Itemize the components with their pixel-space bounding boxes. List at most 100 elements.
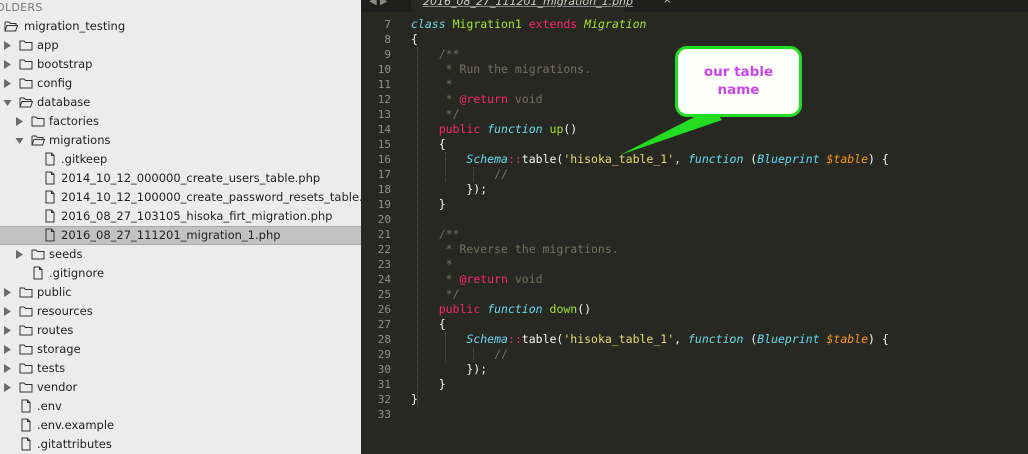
close-icon[interactable]: × [663, 0, 671, 6]
code-token: /** [411, 47, 460, 61]
folder-item-resources[interactable]: resources [0, 302, 361, 321]
code-token: function [687, 152, 744, 166]
file-icon [43, 209, 57, 223]
code-token: () [577, 302, 592, 316]
code-line: Schema::table('hisoka_table_1', function… [411, 332, 889, 347]
code-token: @return [459, 92, 508, 106]
file-item-2016-08-27-111201-migration-1-php[interactable]: 2016_08_27_111201_migration_1.php [0, 226, 361, 245]
tab-active[interactable]: 2016_08_27_111201_migration_1.php × [411, 0, 671, 12]
code-token: public [438, 122, 481, 136]
file-item-2016-08-27-103105-hisoka-firt-migration-php[interactable]: 2016_08_27_103105_hisoka_firt_migration.… [0, 207, 361, 226]
tab-label: 2016_08_27_111201_migration_1.php [423, 0, 633, 8]
line-number: 8 [384, 33, 391, 46]
tree-item-label: factories [49, 114, 99, 128]
folder-open-icon [4, 19, 19, 33]
code-token: ) { [868, 152, 889, 166]
file-item-2014-10-12-100000-create-password-resets-table-php[interactable]: 2014_10_12_100000_create_password_resets… [0, 188, 361, 207]
line-number: 23 [377, 258, 391, 271]
code-token: Migration [584, 17, 647, 31]
line-number: 16 [377, 153, 391, 166]
tree-item-label: database [37, 95, 91, 109]
chevron-right-icon[interactable] [3, 321, 13, 340]
file-item-gitattributes[interactable]: .gitattributes [0, 435, 361, 454]
code-token: Schema [466, 152, 508, 166]
folder-item-config[interactable]: config [0, 74, 361, 93]
chevron-right-icon[interactable] [3, 283, 13, 302]
chevron-right-icon[interactable] [15, 112, 25, 131]
line-number: 19 [377, 198, 391, 211]
folder-item-factories[interactable]: factories [0, 112, 361, 131]
folder-icon [31, 247, 45, 261]
code-line: public function up() [411, 122, 578, 137]
line-number: 13 [377, 108, 391, 121]
chevron-down-icon[interactable] [3, 93, 13, 112]
file-item-env[interactable]: .env [0, 397, 361, 416]
chevron-right-icon[interactable] [3, 74, 13, 93]
code-token: void [507, 92, 543, 106]
code-token: * Reverse the migrations. [411, 242, 619, 256]
code-token: 'hisoka_table_1' [563, 152, 675, 166]
folder-item-public[interactable]: public [0, 283, 361, 302]
folder-item-vendor[interactable]: vendor [0, 378, 361, 397]
tree-item-label: 2016_08_27_111201_migration_1.php [61, 228, 281, 242]
code-token: */ [411, 287, 460, 301]
code-token: void [507, 272, 543, 286]
chevron-right-icon[interactable] [3, 378, 13, 397]
folder-icon [19, 304, 33, 318]
chevron-right-icon[interactable] [3, 36, 13, 55]
chevron-right-icon[interactable] [3, 302, 13, 321]
folder-item-migrations[interactable]: migrations [0, 131, 361, 150]
code-token: ) { [868, 332, 889, 346]
folder-icon [19, 380, 33, 394]
folder-item-bootstrap[interactable]: bootstrap [0, 55, 361, 74]
line-number: 28 [377, 333, 391, 346]
file-item-2014-10-12-000000-create-users-table-php[interactable]: 2014_10_12_000000_create_users_table.php [0, 169, 361, 188]
chevron-right-icon[interactable] [3, 55, 13, 74]
code-token: }); [411, 362, 488, 376]
chevron-right-icon[interactable] [15, 245, 25, 264]
file-item-gitkeep[interactable]: .gitkeep [0, 150, 361, 169]
folder-icon [19, 285, 33, 299]
folder-item-tests[interactable]: tests [0, 359, 361, 378]
file-icon [19, 418, 33, 432]
chevron-down-icon[interactable] [15, 131, 25, 150]
folder-item-seeds[interactable]: seeds [0, 245, 361, 264]
indent-guide [473, 347, 474, 362]
chevron-right-icon[interactable] [3, 340, 13, 359]
chevron-right-icon[interactable] [3, 359, 13, 378]
file-item-env-example[interactable]: .env.example [0, 416, 361, 435]
file-icon [43, 190, 57, 204]
line-number: 10 [377, 63, 391, 76]
line-number: 33 [377, 408, 391, 421]
code-token: , [674, 332, 688, 346]
folder-item-routes[interactable]: routes [0, 321, 361, 340]
tree-item-label: .env.example [37, 418, 115, 432]
line-number: 29 [377, 348, 391, 361]
folder-item-database[interactable]: database [0, 93, 361, 112]
folder-item-storage[interactable]: storage [0, 340, 361, 359]
tree-item-label: resources [37, 304, 93, 318]
code-token: function [487, 302, 543, 316]
file-item-gitignore[interactable]: .gitignore [0, 264, 361, 283]
folder-item-migration-testing[interactable]: migration_testing [0, 17, 361, 36]
line-number: 26 [377, 303, 391, 316]
sidebar-header: OLDERS [0, 1, 43, 14]
code-line: { [411, 32, 418, 47]
code-token: $table [826, 332, 869, 346]
folder-item-app[interactable]: app [0, 36, 361, 55]
code-token: , [674, 152, 688, 166]
code-token: up [549, 122, 564, 136]
folder-icon [19, 57, 33, 71]
tree-item-label: 2014_10_12_100000_create_password_resets… [61, 190, 361, 204]
folder-icon [19, 342, 33, 356]
code-line: class Migration1 extends Migration [411, 17, 646, 32]
tab-nav-arrows[interactable]: ◀ ▶ [369, 0, 388, 7]
code-token: 'hisoka_table_1' [563, 332, 675, 346]
